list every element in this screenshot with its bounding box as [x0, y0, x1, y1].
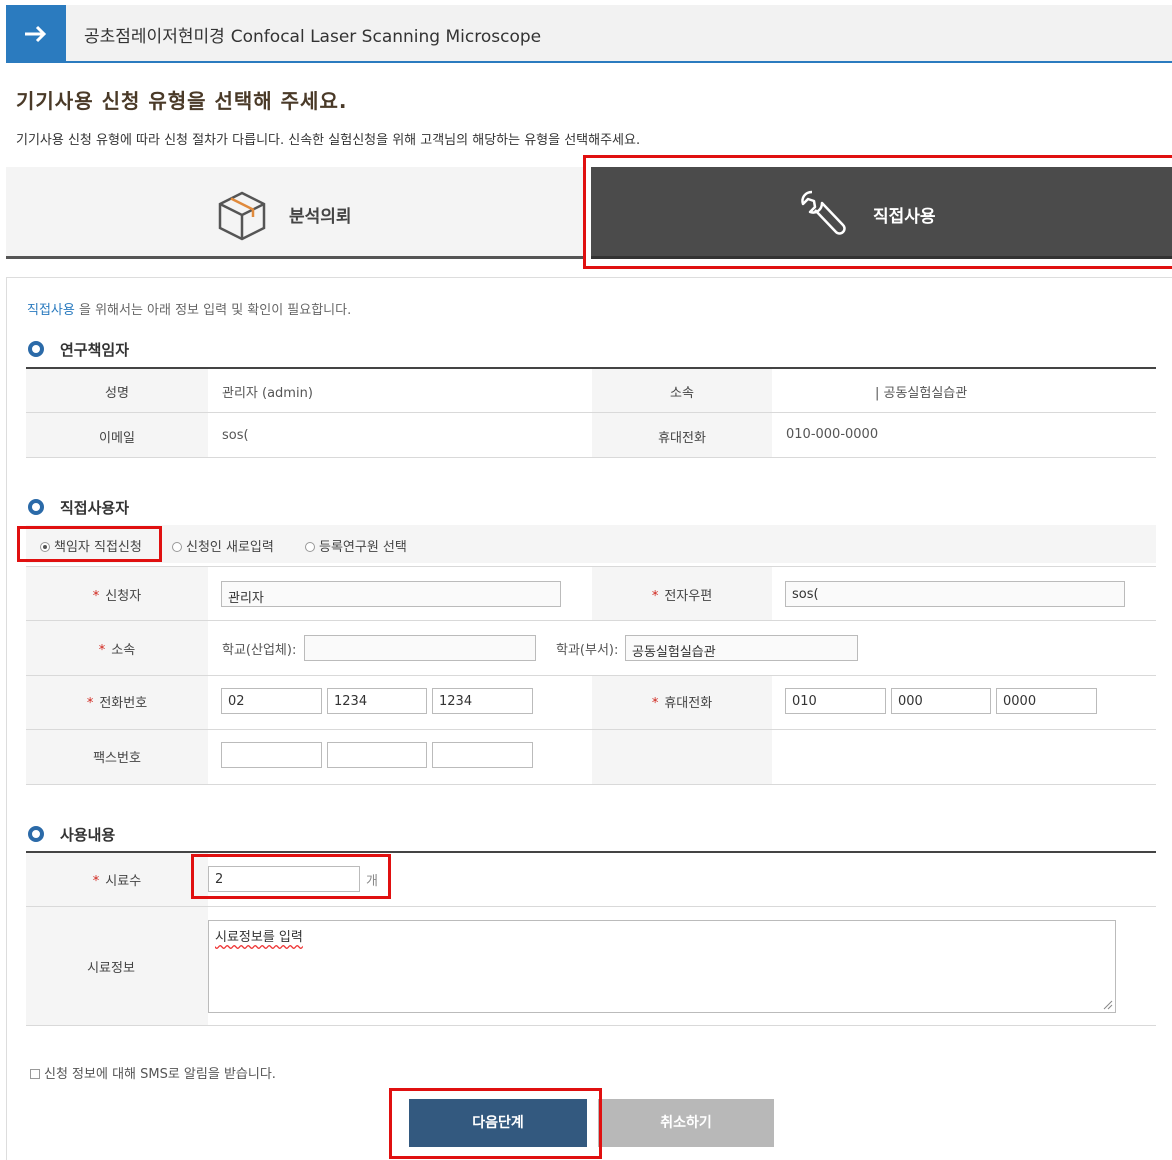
sample-count-label: * 시료수 — [26, 870, 208, 889]
dept-label: 학과(부서): — [556, 643, 619, 658]
required-mark: * — [651, 696, 659, 711]
notice-text: 직접사용 을 위해서는 아래 정보 입력 및 확인이 필요합니다. — [27, 299, 351, 318]
sample-count-unit: 개 — [366, 874, 378, 889]
mobile-input-1[interactable]: 010 — [785, 688, 886, 714]
section-user-title: 직접사용자 — [60, 499, 130, 517]
divider — [26, 412, 1156, 413]
required-mark: * — [92, 874, 100, 889]
phone-label-text: 전화번호 — [99, 696, 148, 711]
tab-analysis-label: 분석의뢰 — [289, 207, 352, 227]
sample-info-textarea[interactable]: 시료정보를 입력 — [208, 920, 1116, 1013]
email-label: * 전자우편 — [592, 585, 772, 604]
ring-bullet-icon — [28, 341, 44, 357]
user-type-radio-group: 책임자 직접신청 신청인 새로입력 등록연구원 선택 — [26, 525, 1156, 563]
tab-analysis-request[interactable]: 분석의뢰 — [6, 167, 586, 259]
box-icon — [218, 191, 266, 241]
divider — [26, 784, 1156, 785]
section-pi: 연구책임자 — [28, 339, 129, 360]
section-usage-title: 사용내용 — [60, 826, 116, 844]
fax-input-3[interactable] — [432, 742, 533, 768]
section-usage: 사용내용 — [28, 824, 115, 845]
divider — [26, 566, 1156, 567]
section-description: 기기사용 신청 유형에 따라 신청 절차가 다릅니다. 신속한 실험신청을 위해… — [16, 133, 641, 148]
pi-mobile-label: 휴대전화 — [658, 431, 706, 446]
arrow-right-icon — [6, 5, 66, 63]
phone-input-1[interactable]: 02 — [221, 688, 322, 714]
school-label: 학교(산업체): — [222, 643, 297, 658]
section-heading: 기기사용 신청 유형을 선택해 주세요. — [16, 89, 348, 113]
fax-label: 팩스번호 — [93, 751, 141, 766]
phone-label: * 전화번호 — [26, 692, 208, 711]
ring-bullet-icon — [28, 499, 44, 515]
checkbox-unchecked-icon — [30, 1069, 40, 1079]
mobile-label-text: 휴대전화 — [664, 696, 713, 711]
page-title-korean: 공초점레이저현미경 — [84, 27, 225, 47]
pi-mobile-value: 010-000-0000 — [786, 427, 879, 442]
applicant-input[interactable]: 관리자 — [221, 581, 561, 607]
divider — [26, 1025, 1156, 1026]
required-mark: * — [98, 643, 106, 658]
fax-input-2[interactable] — [327, 742, 427, 768]
school-input[interactable] — [304, 635, 536, 661]
section-pi-title: 연구책임자 — [60, 341, 130, 359]
divider — [26, 620, 1156, 621]
ring-bullet-icon — [28, 826, 44, 842]
applicant-label-text: 신청자 — [105, 589, 142, 604]
dept-input[interactable]: 공동실험실습관 — [625, 635, 858, 661]
radio-unchecked-icon — [172, 542, 182, 552]
fax-input-1[interactable] — [221, 742, 322, 768]
notice-highlight: 직접사용 — [27, 303, 75, 318]
notice-body: 을 위해서는 아래 정보 입력 및 확인이 필요합니다. — [74, 303, 352, 318]
divider — [26, 906, 1156, 907]
pi-email-value: sos( — [222, 428, 249, 443]
pi-name-label: 성명 — [105, 386, 129, 401]
required-mark: * — [651, 589, 659, 604]
phone-input-3[interactable]: 1234 — [432, 688, 533, 714]
radio-pi-direct[interactable]: 책임자 직접신청 — [40, 536, 142, 555]
sample-info-label: 시료정보 — [87, 961, 135, 976]
next-step-button[interactable]: 다음단계 — [409, 1099, 587, 1147]
pi-affiliation-label: 소속 — [670, 386, 694, 401]
radio-unchecked-icon — [305, 542, 315, 552]
divider — [26, 675, 1156, 676]
radio-new-applicant-label: 신청인 새로입력 — [186, 540, 274, 555]
sample-info-text: 시료정보를 입력 — [215, 930, 303, 945]
page-title: 공초점레이저현미경 Confocal Laser Scanning Microsc… — [84, 22, 541, 47]
pi-name-value: 관리자 (admin) — [222, 386, 313, 401]
radio-registered-researcher-label: 등록연구원 선택 — [319, 540, 407, 555]
wrench-icon — [801, 190, 846, 235]
affiliation-label: * 소속 — [26, 639, 208, 658]
tab-direct-label: 직접사용 — [873, 207, 936, 227]
pi-email-label: 이메일 — [99, 431, 135, 446]
cancel-button[interactable]: 취소하기 — [598, 1099, 774, 1147]
radio-checked-icon — [40, 542, 50, 552]
email-input[interactable]: sos( — [785, 581, 1125, 607]
pi-affiliation-value: | 공동실험실습관 — [875, 386, 968, 401]
divider — [26, 729, 1156, 730]
affiliation-label-text: 소속 — [111, 643, 136, 658]
sms-checkbox[interactable]: 신청 정보에 대해 SMS로 알림을 받습니다. — [30, 1063, 276, 1082]
required-mark: * — [92, 589, 100, 604]
email-label-text: 전자우편 — [664, 589, 713, 604]
title-bar: 공초점레이저현미경 Confocal Laser Scanning Microsc… — [6, 5, 1172, 63]
page-title-english: Confocal Laser Scanning Microscope — [230, 27, 542, 47]
sms-checkbox-label: 신청 정보에 대해 SMS로 알림을 받습니다. — [44, 1067, 276, 1082]
sample-count-input[interactable]: 2 — [208, 866, 360, 892]
phone-input-2[interactable]: 1234 — [327, 688, 427, 714]
required-mark: * — [86, 696, 94, 711]
mobile-label: * 휴대전화 — [592, 692, 772, 711]
divider — [26, 457, 1156, 458]
radio-new-applicant[interactable]: 신청인 새로입력 — [172, 536, 274, 555]
radio-pi-direct-label: 책임자 직접신청 — [54, 540, 142, 555]
resize-grip-icon[interactable] — [1103, 1000, 1113, 1010]
applicant-label: * 신청자 — [26, 585, 208, 604]
sample-count-label-text: 시료수 — [105, 874, 142, 889]
section-user: 직접사용자 — [28, 497, 129, 518]
mobile-input-3[interactable]: 0000 — [996, 688, 1097, 714]
radio-registered-researcher[interactable]: 등록연구원 선택 — [305, 536, 407, 555]
mobile-input-2[interactable]: 000 — [891, 688, 991, 714]
tab-direct-use[interactable]: 직접사용 — [591, 167, 1172, 259]
